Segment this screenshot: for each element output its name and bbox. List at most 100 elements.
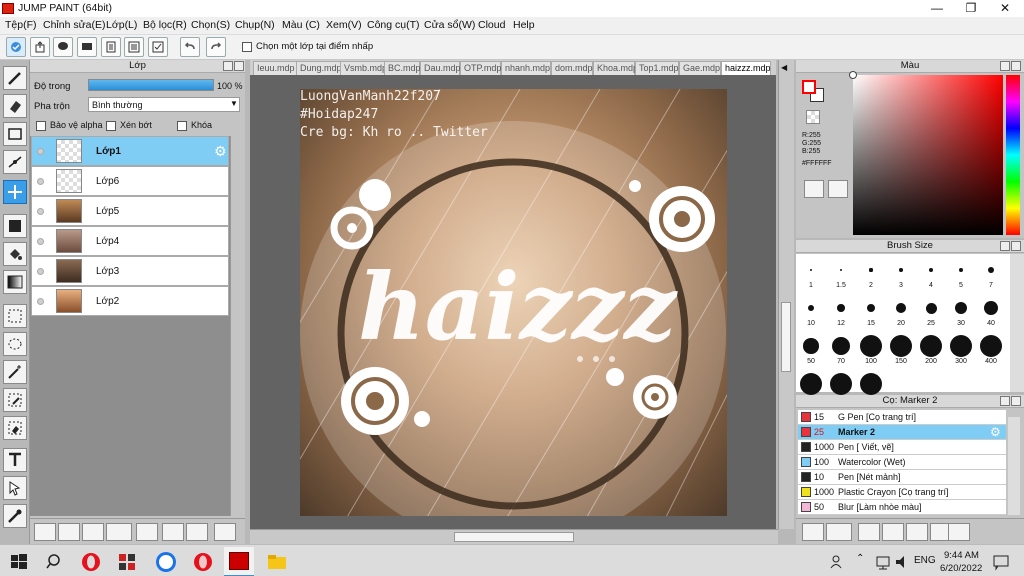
layer-row[interactable]: Lớp3 <box>31 256 229 286</box>
merge-layer-button[interactable] <box>186 523 208 541</box>
comment-icon[interactable] <box>77 37 97 57</box>
gradient-tool-icon[interactable] <box>3 270 27 294</box>
brush-item[interactable]: 100 Watercolor (Wet) <box>798 455 1006 470</box>
brush-list-scrollbar[interactable] <box>1008 417 1020 515</box>
transparent-color-swatch[interactable] <box>806 110 820 124</box>
brush-item[interactable]: 50 Blur [Làm nhòe màu] <box>798 500 1006 515</box>
brush-size-dot[interactable] <box>920 335 942 357</box>
palette-icon[interactable] <box>804 180 824 198</box>
tab-document[interactable]: BC.mdp <box>384 61 421 75</box>
move-tool-icon[interactable] <box>3 180 27 204</box>
layer-list-scrollbar[interactable] <box>230 136 245 516</box>
palette-settings-icon[interactable] <box>828 180 848 198</box>
rectangle-tool-icon[interactable] <box>3 122 27 146</box>
tab-document[interactable]: Khoa.mdp <box>593 61 638 75</box>
hue-slider[interactable] <box>1006 75 1020 235</box>
menu-select[interactable]: Chọn(S) <box>191 19 230 31</box>
brush-size-dot[interactable] <box>896 303 906 313</box>
brush-size-dot[interactable] <box>830 373 852 395</box>
select-layer-checkbox[interactable] <box>242 42 252 52</box>
panel-float-button[interactable] <box>1000 241 1010 251</box>
folder-icon[interactable] <box>906 523 928 541</box>
trash-icon[interactable] <box>948 523 970 541</box>
add-layer-menu-button[interactable] <box>106 523 132 541</box>
brush-list-button[interactable] <box>882 523 904 541</box>
opera-browser-icon[interactable] <box>80 551 102 573</box>
panel-float-button[interactable] <box>1000 396 1010 406</box>
opacity-slider[interactable] <box>88 79 214 91</box>
brush-size-dot[interactable] <box>869 268 873 272</box>
brush-size-dot[interactable] <box>800 373 822 395</box>
tab-document[interactable]: Dau.mdp <box>420 61 461 75</box>
layer-row[interactable]: Lớp5 <box>31 196 229 226</box>
eraser-tool-icon[interactable] <box>3 94 27 118</box>
brush-page-button[interactable] <box>858 523 880 541</box>
brush-size-dot[interactable] <box>831 336 851 356</box>
canvas-horizontal-scrollbar[interactable] <box>250 529 778 544</box>
brush-size-dot[interactable] <box>925 302 937 314</box>
brush-size-dot[interactable] <box>890 335 912 357</box>
menu-view[interactable]: Xem(V) <box>326 19 362 31</box>
layer-row[interactable]: Lớp4 <box>31 226 229 256</box>
close-button[interactable]: ✕ <box>988 0 1022 17</box>
tab-document[interactable]: Gae.mdp <box>679 61 721 75</box>
people-icon[interactable] <box>828 551 850 573</box>
protect-alpha-checkbox[interactable] <box>36 121 46 131</box>
lasso-tool-icon[interactable] <box>3 332 27 356</box>
tab-document-active[interactable]: haizzz.mdp <box>721 61 771 75</box>
brush-item[interactable]: 15 G Pen [Cọ trang trí] <box>798 410 1006 425</box>
windows-start-icon[interactable] <box>8 551 30 573</box>
brush-item[interactable]: 25 Marker 2 ⚙ <box>798 425 1006 440</box>
brush-size-dot[interactable] <box>984 301 998 315</box>
blend-select[interactable]: Bình thường ▼ <box>88 97 240 112</box>
panel-close-button[interactable] <box>1011 241 1021 251</box>
visibility-toggle[interactable] <box>37 298 44 305</box>
new-layer-button[interactable] <box>34 523 56 541</box>
maximize-button[interactable]: ❐ <box>954 0 988 17</box>
brush-item[interactable]: 1000 Pen [ Viết, vẽ] <box>798 440 1006 455</box>
menu-filter[interactable]: Bộ lọc(R) <box>143 19 187 31</box>
undo-button[interactable] <box>180 37 200 57</box>
language-indicator[interactable]: ENG <box>914 555 936 566</box>
menu-help[interactable]: Help <box>513 19 535 31</box>
grid-check-icon[interactable] <box>148 37 168 57</box>
layer-row[interactable]: Lớp2 <box>31 286 229 316</box>
menu-file[interactable]: Tệp(F) <box>5 19 37 31</box>
artwork-canvas[interactable]: haizzz <box>300 89 727 516</box>
primary-color-swatch[interactable] <box>802 80 816 94</box>
brush-size-dot[interactable] <box>866 303 876 313</box>
menu-window[interactable]: Cửa sổ(W) <box>424 19 475 31</box>
brush-add-button[interactable] <box>826 523 852 541</box>
volume-icon[interactable] <box>892 551 914 573</box>
menu-tools[interactable]: Công cụ(T) <box>367 19 420 31</box>
duplicate-layer-button[interactable] <box>162 523 184 541</box>
app-grid-icon[interactable] <box>116 551 138 573</box>
share-icon[interactable] <box>30 37 50 57</box>
tab-document[interactable]: OTP.mdp <box>460 61 501 75</box>
brush-item[interactable]: 1000 Plastic Crayon [Cọ trang trí] <box>798 485 1006 500</box>
brush-size-dot[interactable] <box>954 301 968 315</box>
layer-row[interactable]: Lớp6 <box>31 166 229 196</box>
scrollbar-thumb[interactable] <box>454 532 574 542</box>
select-rect-tool-icon[interactable] <box>3 304 27 328</box>
brush-size-dot[interactable] <box>803 338 819 354</box>
brush-size-dot[interactable] <box>860 373 882 395</box>
visibility-toggle[interactable] <box>37 268 44 275</box>
brush-size-dot[interactable] <box>950 335 972 357</box>
menu-edit[interactable]: Chỉnh sửa(E) <box>43 19 105 31</box>
brush-size-dot[interactable] <box>928 267 934 273</box>
folder-icon[interactable] <box>136 523 158 541</box>
tab-document[interactable]: Dung.mdp <box>296 61 342 75</box>
zalo-icon[interactable] <box>155 551 177 573</box>
brush-size-dot[interactable] <box>807 304 815 312</box>
layer-row[interactable]: Lớp1 ⚙ <box>31 136 229 166</box>
chevron-up-icon[interactable]: ⌃ <box>856 553 864 564</box>
tab-document[interactable]: nhanh.mdp <box>501 61 551 75</box>
panel-close-button[interactable] <box>1011 61 1021 71</box>
trash-icon[interactable] <box>214 523 236 541</box>
brush-size-scrollbar[interactable] <box>1010 254 1024 392</box>
chat-icon[interactable] <box>53 37 73 57</box>
tab-document[interactable]: dom.mdp <box>551 61 593 75</box>
brush-size-dot[interactable] <box>839 268 843 272</box>
gear-icon[interactable]: ⚙ <box>214 143 227 160</box>
